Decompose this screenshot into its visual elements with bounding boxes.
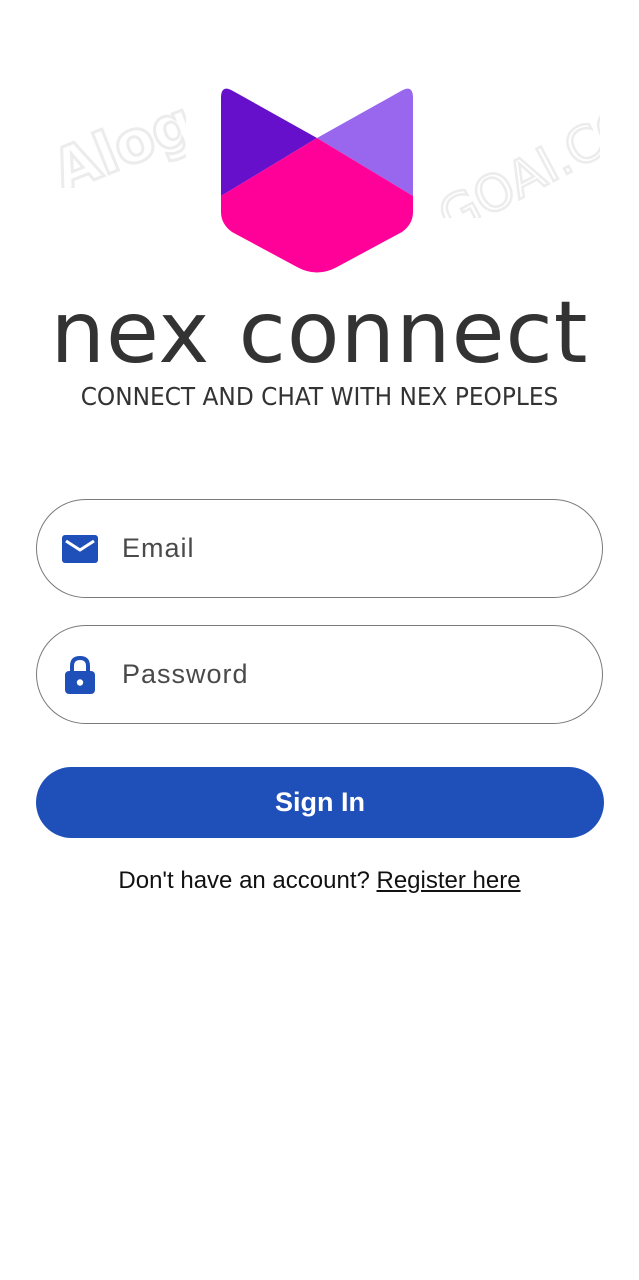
register-prompt-text: Don't have an account? — [118, 867, 377, 894]
login-screen: Alog GOAI.CO nex connect CONNECT AND CHA… — [0, 0, 639, 1280]
brand-name: nex connect — [50, 283, 589, 383]
password-field[interactable] — [36, 625, 603, 724]
register-prompt: Don't have an account? Register here — [0, 864, 639, 898]
email-input[interactable] — [122, 500, 572, 597]
nex-connect-logo-icon — [221, 88, 413, 273]
svg-text:Alog: Alog — [43, 88, 186, 188]
sign-in-button[interactable]: Sign In — [36, 767, 604, 838]
brand-tagline: CONNECT AND CHAT WITH NEX PEOPLES — [80, 382, 559, 411]
lock-icon — [61, 655, 99, 694]
svg-text:GOAI.CO: GOAI.CO — [429, 94, 600, 218]
email-field[interactable] — [36, 499, 603, 598]
watermark-right: GOAI.CO — [428, 92, 600, 218]
watermark-left: Alog — [41, 86, 186, 188]
mail-icon — [61, 530, 99, 568]
password-input[interactable] — [122, 626, 572, 723]
register-link[interactable]: Register here — [377, 867, 521, 894]
